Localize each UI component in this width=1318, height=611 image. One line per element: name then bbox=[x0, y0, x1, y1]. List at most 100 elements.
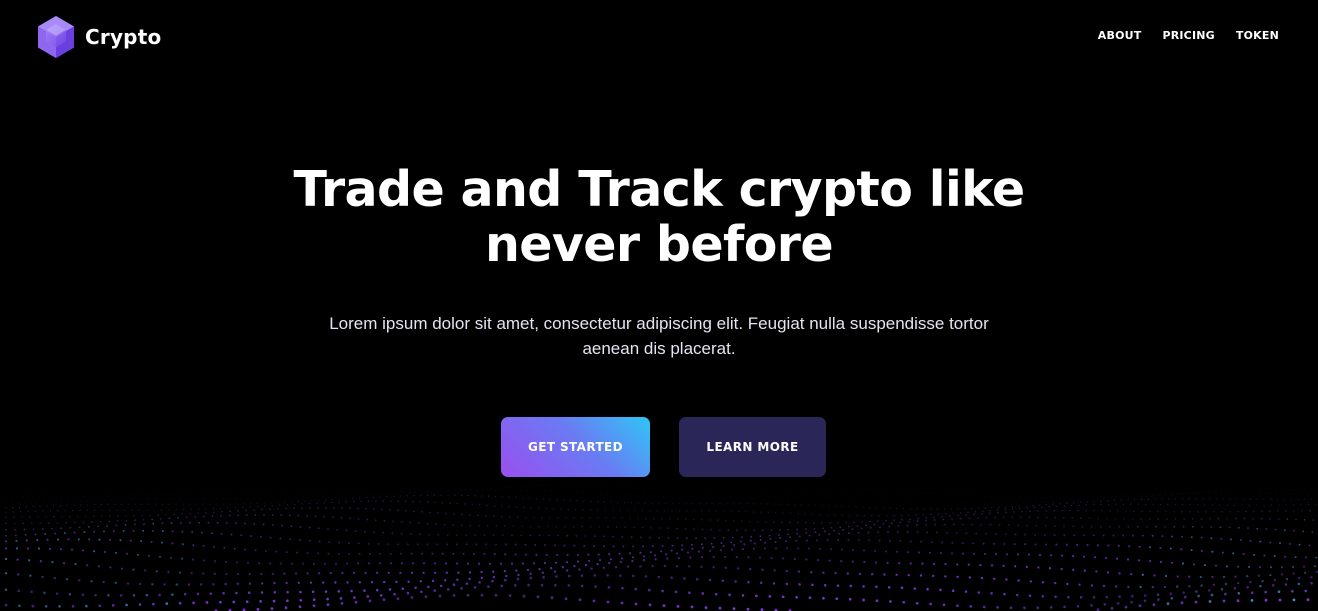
wave-dot bbox=[190, 508, 192, 511]
wave-dot bbox=[235, 591, 238, 595]
wave-dot bbox=[487, 487, 489, 489]
get-started-button[interactable]: GET STARTED bbox=[501, 417, 650, 477]
wave-dot bbox=[785, 547, 789, 550]
wave-dot bbox=[651, 545, 654, 548]
wave-dot bbox=[485, 488, 487, 490]
wave-dot bbox=[242, 506, 244, 509]
wave-dot bbox=[1029, 580, 1033, 583]
wave-dot bbox=[464, 503, 466, 505]
wave-dot bbox=[67, 496, 69, 498]
wave-dot bbox=[653, 554, 657, 557]
wave-dot bbox=[391, 492, 393, 494]
wave-dot bbox=[761, 529, 764, 532]
wave-dot bbox=[33, 496, 35, 498]
wave-dot bbox=[71, 604, 75, 608]
wave-dot bbox=[569, 499, 572, 502]
wave-dot bbox=[324, 494, 326, 496]
wave-dot bbox=[140, 540, 143, 543]
wave-dot bbox=[389, 509, 391, 511]
wave-dot bbox=[1105, 595, 1109, 599]
wave-dot bbox=[862, 585, 865, 588]
wave-dot bbox=[13, 516, 15, 518]
learn-more-button[interactable]: LEARN MORE bbox=[679, 417, 826, 477]
wave-dot bbox=[94, 509, 96, 511]
wave-dot bbox=[181, 513, 183, 515]
wave-dot bbox=[312, 604, 316, 608]
wave-dot bbox=[639, 536, 642, 539]
wave-dot bbox=[312, 562, 316, 565]
wave-dot bbox=[817, 496, 819, 499]
wave-dot bbox=[1152, 495, 1154, 497]
wave-dot bbox=[560, 508, 562, 510]
wave-dot bbox=[933, 516, 935, 519]
wave-dot bbox=[697, 550, 701, 553]
wave-dot bbox=[488, 495, 490, 497]
wave-dot bbox=[184, 493, 186, 495]
wave-dot bbox=[1143, 599, 1147, 603]
wave-dot bbox=[1176, 575, 1179, 578]
wave-dot bbox=[732, 544, 736, 547]
wave-dot bbox=[1252, 517, 1254, 520]
wave-dot bbox=[456, 578, 459, 581]
wave-dot bbox=[1315, 556, 1318, 559]
wave-dot bbox=[920, 540, 923, 543]
wave-dot bbox=[870, 572, 874, 576]
wave-dot bbox=[382, 598, 386, 602]
wave-dot bbox=[480, 576, 484, 580]
wave-dot bbox=[1210, 593, 1214, 597]
wave-dot bbox=[165, 492, 167, 494]
wave-dot bbox=[950, 508, 952, 510]
wave-dot bbox=[1076, 604, 1080, 608]
wave-dot bbox=[1195, 492, 1197, 494]
wave-dot bbox=[606, 493, 608, 495]
wave-dot bbox=[348, 542, 350, 544]
wave-dot bbox=[235, 561, 239, 564]
wave-dot bbox=[701, 518, 703, 521]
nav-link-about[interactable]: ABOUT bbox=[1098, 29, 1142, 42]
wave-dot bbox=[959, 512, 962, 514]
wave-dot bbox=[474, 534, 477, 537]
wave-dot bbox=[884, 550, 888, 553]
wave-dot bbox=[555, 484, 557, 486]
wave-dot bbox=[686, 551, 690, 554]
wave-dot bbox=[1004, 506, 1007, 508]
wave-dot bbox=[321, 497, 323, 499]
wave-dot bbox=[67, 500, 69, 502]
wave-dot bbox=[1260, 488, 1262, 490]
wave-dot bbox=[580, 574, 584, 577]
wave-dot bbox=[675, 564, 679, 568]
wave-dot bbox=[998, 524, 1001, 526]
wave-dot bbox=[350, 589, 353, 593]
wave-dot bbox=[237, 514, 240, 517]
wave-dot bbox=[1226, 490, 1228, 492]
wave-dot bbox=[55, 592, 59, 595]
wave-dot bbox=[610, 486, 612, 488]
wave-dot bbox=[48, 501, 50, 503]
wave-dot bbox=[465, 582, 469, 585]
wave-dot bbox=[1180, 492, 1182, 494]
wave-dot bbox=[576, 485, 578, 487]
wave-dot bbox=[737, 496, 739, 498]
wave-dot bbox=[1053, 581, 1057, 585]
wave-dot bbox=[504, 574, 508, 578]
wave-dot bbox=[527, 583, 530, 587]
wave-dot bbox=[692, 502, 694, 505]
wave-dot bbox=[313, 494, 315, 496]
wave-dot bbox=[17, 589, 21, 593]
wave-dot bbox=[749, 496, 751, 498]
wave-dot bbox=[271, 524, 274, 526]
wave-dot bbox=[1148, 518, 1151, 520]
wave-dot bbox=[81, 549, 85, 552]
nav-link-token[interactable]: TOKEN bbox=[1236, 29, 1279, 42]
wave-dot bbox=[411, 562, 415, 565]
wave-dot bbox=[1025, 491, 1027, 493]
brand-logo-link[interactable]: Crypto bbox=[36, 15, 161, 59]
wave-dot bbox=[441, 502, 444, 504]
wave-dot bbox=[564, 597, 568, 601]
wave-dot bbox=[950, 488, 952, 490]
wave-dot bbox=[873, 549, 877, 552]
wave-dot bbox=[18, 506, 21, 508]
wave-dot bbox=[444, 562, 448, 565]
nav-link-pricing[interactable]: PRICING bbox=[1162, 29, 1214, 42]
wave-dot bbox=[478, 581, 481, 584]
